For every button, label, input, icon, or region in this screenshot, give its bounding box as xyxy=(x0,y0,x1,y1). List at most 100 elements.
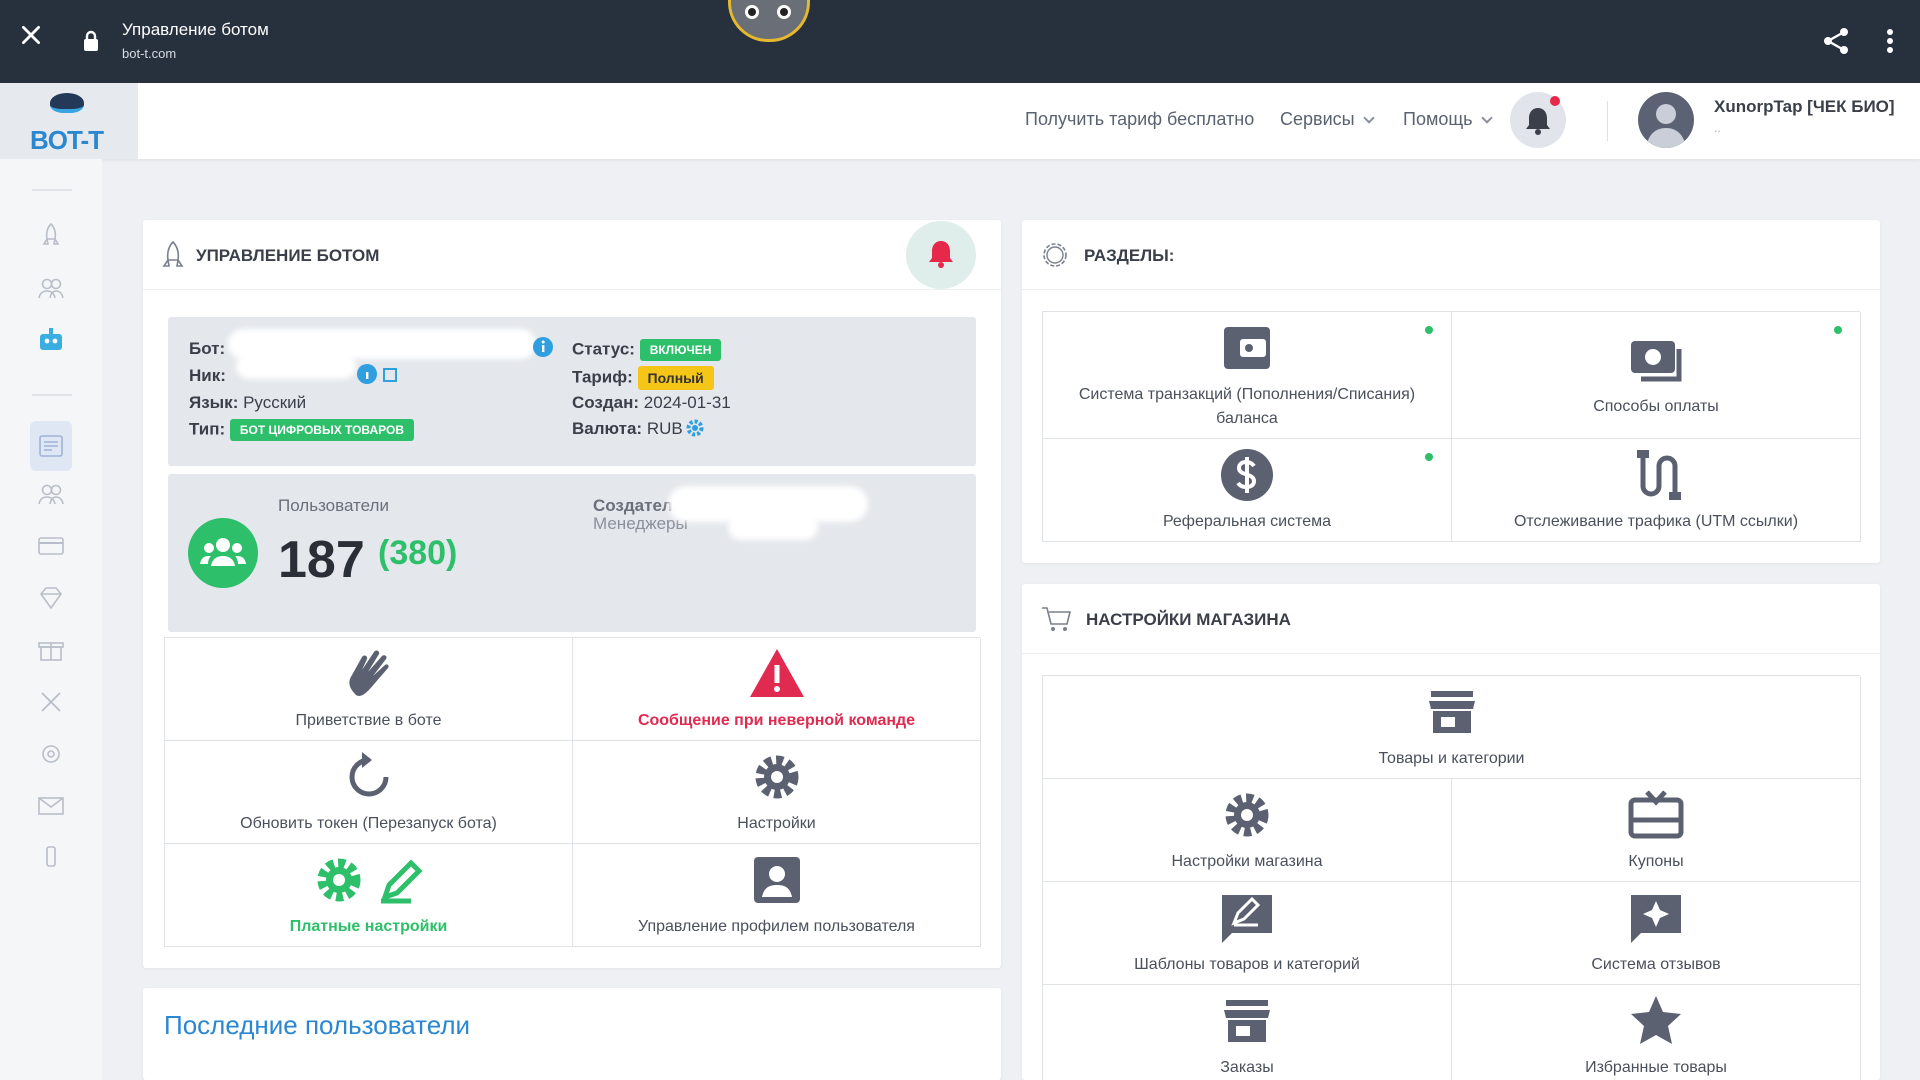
shop-reviews[interactable]: Система отзывов xyxy=(1452,882,1861,985)
logo[interactable]: BOT-T xyxy=(0,83,138,159)
chevron-down-icon xyxy=(1362,112,1375,124)
waving-hand-icon xyxy=(348,650,389,696)
mail-icon[interactable] xyxy=(36,791,66,821)
recent-users-card: Последние пользователи xyxy=(143,988,1001,1080)
shop-products-categories[interactable]: Товары и категории xyxy=(1043,676,1861,779)
browser-toolbar: Управление ботом bot-t.com xyxy=(0,0,1920,83)
action-settings[interactable]: Настройки xyxy=(573,741,981,844)
bot-tariff-row: Тариф: Полный xyxy=(572,366,714,390)
robot-icon[interactable] xyxy=(36,325,66,355)
info-icon[interactable] xyxy=(532,336,554,358)
copy-icon[interactable] xyxy=(356,363,402,385)
action-refresh-token[interactable]: Обновить токен (Перезапуск бота) xyxy=(165,741,573,844)
card-title: РАЗДЕЛЫ: xyxy=(1084,246,1175,265)
close-icon[interactable] xyxy=(18,22,44,48)
bot-status-row: Статус: ВКЛЮЧЕН xyxy=(572,339,722,361)
gift-icon[interactable] xyxy=(36,635,66,665)
shop-favorites[interactable]: Избранные товары xyxy=(1452,985,1861,1080)
action-label: Управление профилем пользователя xyxy=(638,918,915,935)
sections-grid: Система транзакций (Пополнения/Списания)… xyxy=(1042,311,1861,542)
gear-icon[interactable] xyxy=(684,417,706,439)
notifications-button[interactable] xyxy=(1510,92,1566,148)
section-label: Способы оплаты xyxy=(1593,398,1719,415)
shop-orders[interactable]: Заказы xyxy=(1043,985,1452,1080)
action-greeting[interactable]: Приветствие в боте xyxy=(165,638,573,741)
gift-card-icon xyxy=(1628,790,1684,839)
wallet-icon xyxy=(1224,327,1270,369)
recent-users-title: Последние пользователи xyxy=(164,1010,471,1040)
action-label: Обновить токен (Перезапуск бота) xyxy=(240,815,497,832)
action-user-profile[interactable]: Управление профилем пользователя xyxy=(573,844,981,947)
template-icon xyxy=(1222,895,1272,943)
credit-card-icon[interactable] xyxy=(36,531,66,561)
redacted-area xyxy=(728,514,818,540)
lang-value: Русский xyxy=(243,393,307,412)
bell-icon xyxy=(929,241,953,268)
lock-icon xyxy=(84,30,98,51)
bot-name-row: Бот: xyxy=(189,339,225,359)
section-utm-tracking[interactable]: Отслеживание трафика (UTM ссылки) xyxy=(1452,439,1861,542)
sidebar xyxy=(0,159,102,1080)
bot-notify-button[interactable] xyxy=(906,221,976,289)
divider xyxy=(1607,101,1608,141)
created-value: 2024-01-31 xyxy=(643,393,731,412)
status-label: Статус: xyxy=(572,339,635,359)
rocket-icon[interactable] xyxy=(36,221,66,251)
review-icon xyxy=(1631,895,1681,943)
card-header: УПРАВЛЕНИЕ БОТОМ xyxy=(143,220,1001,290)
shop-templates[interactable]: Шаблоны товаров и категорий xyxy=(1043,882,1452,985)
nick-label: Ник: xyxy=(189,366,226,385)
nav-free-tariff[interactable]: Получить тариф бесплатно xyxy=(1025,109,1254,130)
section-label: Система транзакций (Пополнения/Списания)… xyxy=(1078,386,1416,427)
action-paid-settings[interactable]: Платные настройки xyxy=(165,844,573,947)
action-label: Настройки xyxy=(737,815,816,832)
sidebar-divider xyxy=(32,394,72,396)
action-label: Платные настройки xyxy=(289,918,448,935)
share-icon[interactable] xyxy=(1822,26,1850,56)
nav-help[interactable]: Помощь xyxy=(1403,109,1493,130)
users-label: Пользователи xyxy=(278,496,389,515)
currency-label: Валюта: xyxy=(572,419,643,438)
shop-item-label: Товары и категории xyxy=(1378,750,1525,767)
action-wrong-command[interactable]: Сообщение при неверной команде xyxy=(573,638,981,741)
users-total: (380) xyxy=(378,534,458,572)
type-badge: БОТ ЦИФРОВЫХ ТОВАРОВ xyxy=(229,419,414,441)
notification-dot xyxy=(1550,96,1560,106)
section-referral[interactable]: Реферальная система xyxy=(1043,439,1452,542)
nav-services[interactable]: Сервисы xyxy=(1280,109,1375,130)
dollar-icon xyxy=(1221,449,1273,501)
avatar[interactable] xyxy=(1638,92,1694,148)
group-icon[interactable] xyxy=(36,479,66,509)
dashboard-icon[interactable] xyxy=(36,431,66,461)
bottle-icon[interactable] xyxy=(36,841,66,871)
shop-item-label: Избранные товары xyxy=(1585,1059,1727,1076)
warning-icon xyxy=(749,649,804,697)
shop-settings[interactable]: Настройки магазина xyxy=(1043,779,1452,882)
status-dot xyxy=(1425,326,1433,334)
created-label: Создан: xyxy=(572,393,640,412)
users-icon[interactable] xyxy=(36,273,66,303)
bot-label: Бот: xyxy=(189,339,226,358)
bot-actions-grid: Приветствие в боте Сообщение при неверно… xyxy=(164,637,981,947)
section-label: Отслеживание трафика (UTM ссылки) xyxy=(1513,513,1799,530)
more-menu-icon[interactable] xyxy=(1886,28,1894,54)
cart-icon xyxy=(1042,607,1072,631)
tariff-label: Тариф: xyxy=(572,367,633,387)
settings-icon[interactable] xyxy=(36,739,66,769)
user-name[interactable]: XunorpTap [ЧЕК БИО] xyxy=(1714,97,1895,117)
tools-icon[interactable] xyxy=(36,687,66,717)
app-header: BOT-T Получить тариф бесплатно Сервисы П… xyxy=(0,83,1920,159)
sections-card: РАЗДЕЛЫ: Система транзакций (Пополнения/… xyxy=(1022,220,1880,563)
shop-coupons[interactable]: Купоны xyxy=(1452,779,1861,882)
sidebar-divider xyxy=(32,189,72,191)
shop-item-label: Настройки магазина xyxy=(1171,853,1323,870)
tariff-badge: Полный xyxy=(637,366,714,390)
diamond-icon[interactable] xyxy=(36,583,66,613)
shop-item-label: Заказы xyxy=(1220,1059,1274,1076)
nav-services-label: Сервисы xyxy=(1280,109,1355,129)
section-payment-methods[interactable]: Способы оплаты xyxy=(1452,312,1861,439)
shop-item-label: Система отзывов xyxy=(1591,956,1721,973)
action-label: Приветствие в боте xyxy=(295,712,442,729)
chevron-down-icon xyxy=(1480,112,1493,124)
section-transactions[interactable]: Система транзакций (Пополнения/Списания)… xyxy=(1043,312,1452,439)
